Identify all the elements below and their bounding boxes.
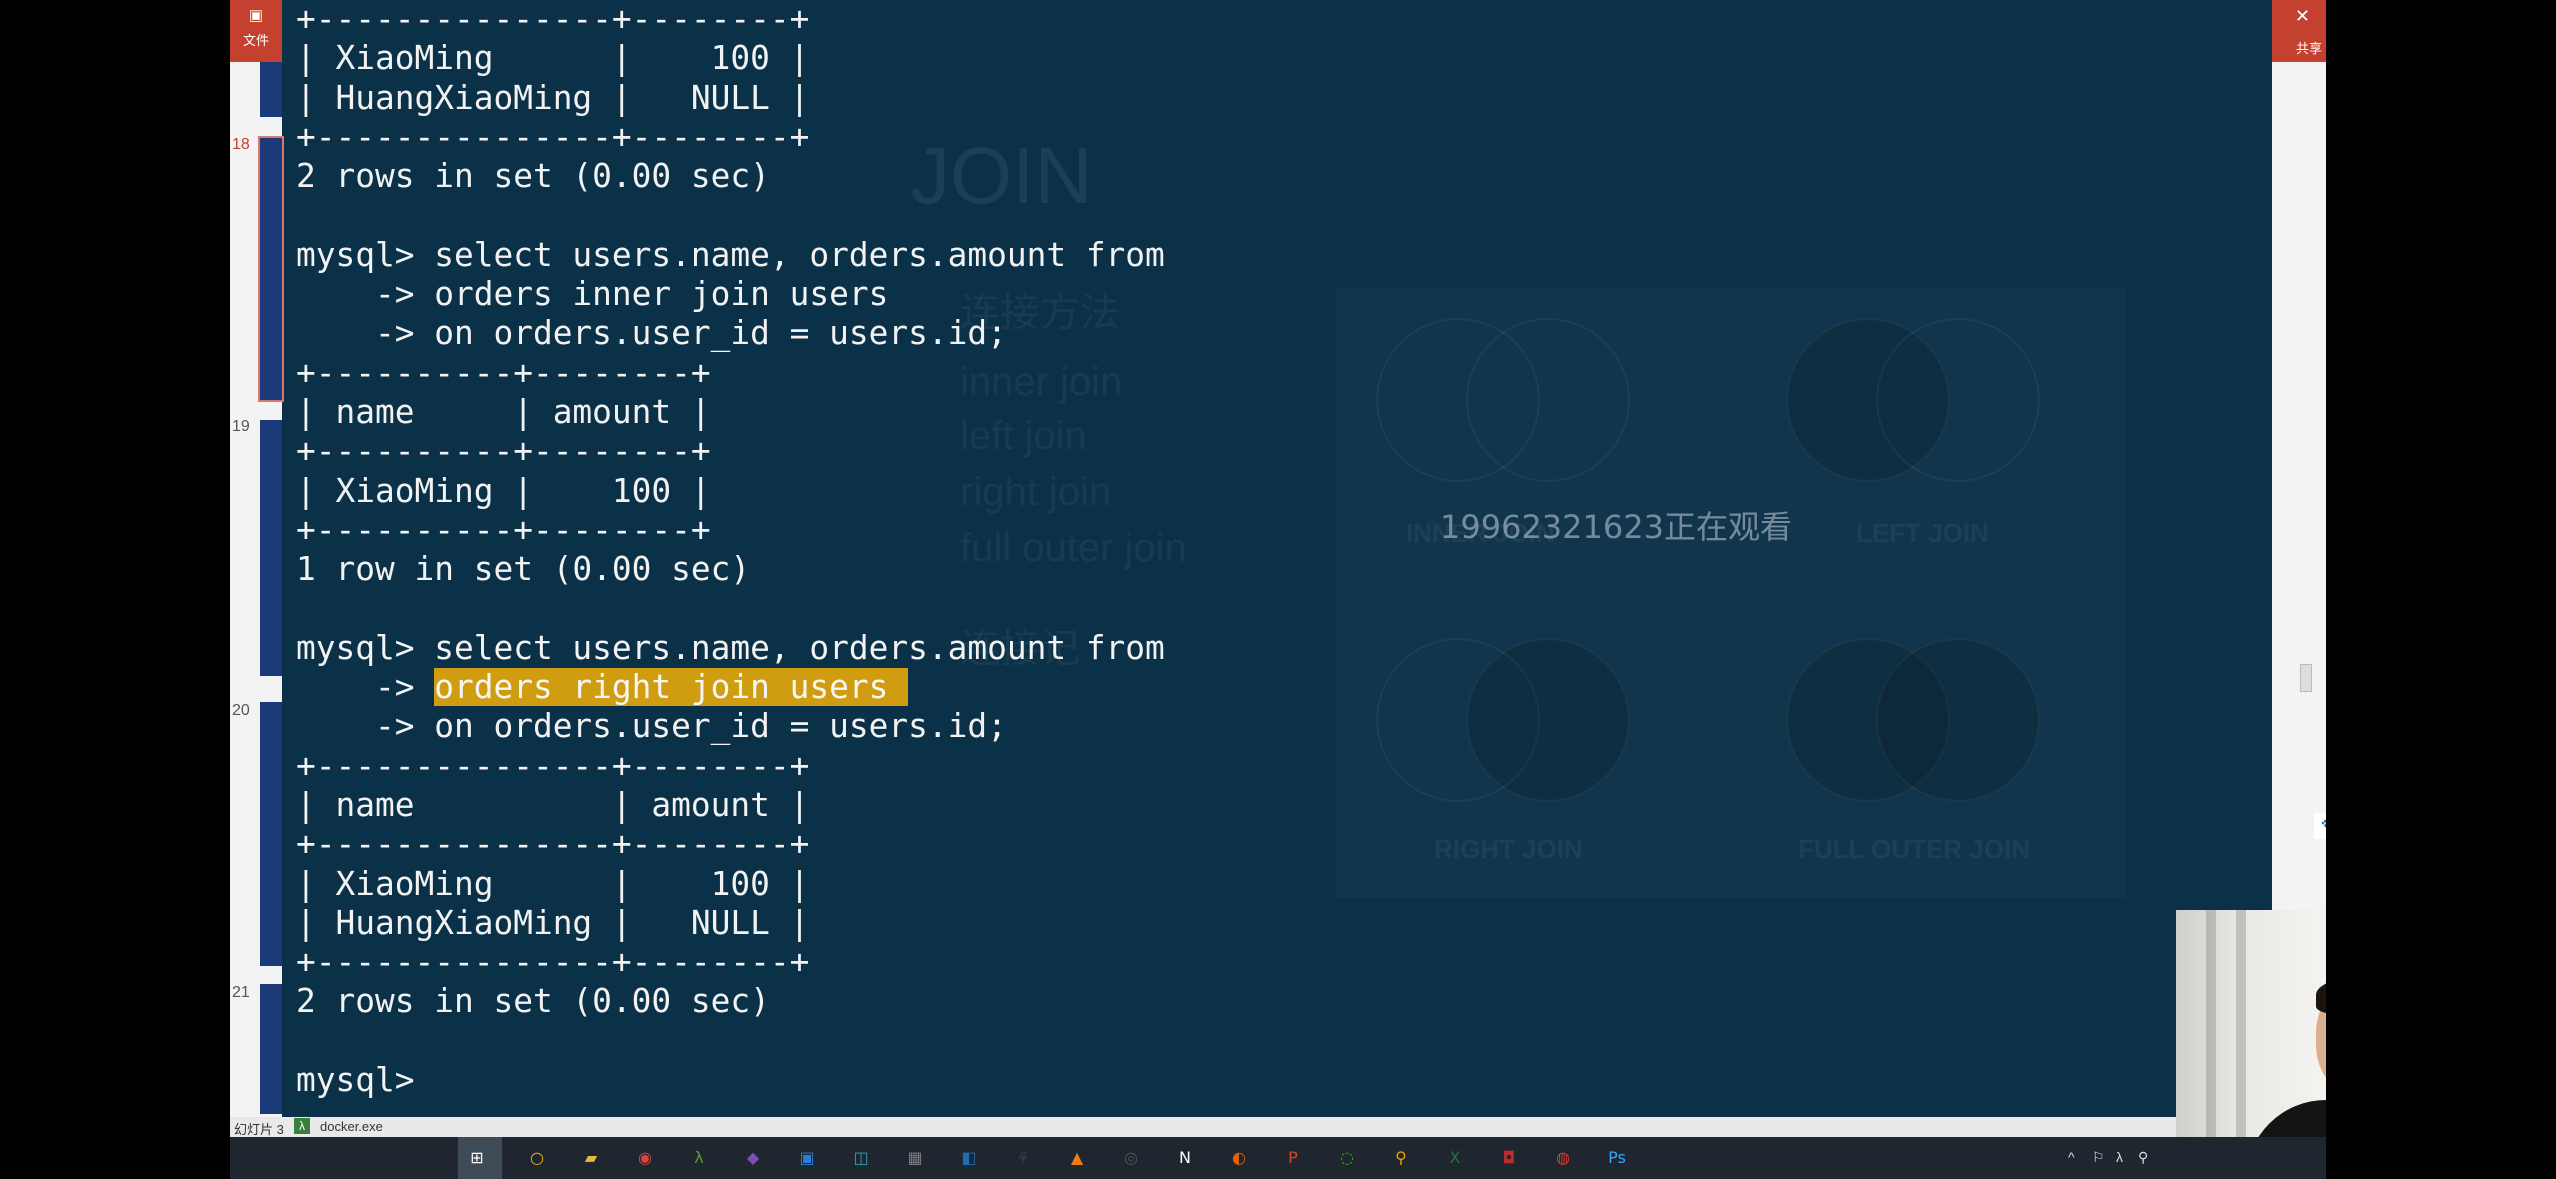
ppt-slide-thumbnails: ▣ 文件 18 19 20 21 — [230, 0, 284, 1117]
vlc-icon[interactable]: ▲ — [1064, 1145, 1090, 1171]
visual-studio-icon[interactable]: ◆ — [740, 1145, 766, 1171]
terminal-line: +---------------+--------+ — [296, 117, 810, 156]
status-bar: 幻灯片 3 λ docker.exe — [230, 1117, 2176, 1137]
firefox-icon[interactable]: ◐ — [1226, 1145, 1252, 1171]
terminal-line: +----------+--------+ — [296, 510, 711, 549]
slide-thumbnail[interactable] — [260, 420, 282, 676]
calculator-icon[interactable]: ▦ — [902, 1145, 928, 1171]
terminal-line: | XiaoMing | 100 | — [296, 864, 810, 903]
notion-icon[interactable]: N — [1172, 1145, 1198, 1171]
terminal-line: +----------+--------+ — [296, 353, 711, 392]
terminal-line: +---------------+--------+ — [296, 746, 810, 785]
terminal-line: -> on orders.user_id = users.id; — [296, 707, 1007, 746]
photoshop-icon[interactable]: Ps — [1604, 1145, 1630, 1171]
powerpoint-icon[interactable]: P — [1280, 1145, 1306, 1171]
search-icon[interactable]: ⚲ — [1388, 1145, 1414, 1171]
app-icon[interactable]: ▣ — [794, 1145, 820, 1171]
slide-thumbnail-active[interactable] — [258, 136, 284, 402]
slide-thumbnail[interactable] — [260, 702, 282, 966]
slide-thumbnail[interactable] — [260, 984, 282, 1114]
cortana-icon[interactable]: ○ — [524, 1145, 550, 1171]
terminal-output: +---------------+--------+ | XiaoMing | … — [296, 0, 1165, 1100]
sourcetree-icon[interactable]: ⚘ — [1010, 1145, 1036, 1171]
desktop-screen: ▣ 文件 18 19 20 21 ✕ 共享 JOIN 连接方法 inner jo… — [230, 0, 2326, 1179]
cmder-small-icon: λ — [294, 1118, 310, 1134]
slide-number: 21 — [232, 984, 250, 1001]
terminal-line: mysql> select users.name, orders.amount … — [296, 628, 1165, 667]
terminal-line: +----------+--------+ — [296, 432, 711, 471]
monitor-icon[interactable]: ◫ — [848, 1145, 874, 1171]
ime-paw-icon[interactable]: 🐾 — [2321, 817, 2326, 836]
terminal-line: | XiaoMing | 100 | — [296, 39, 810, 78]
terminal-line: | HuangXiaoMing | NULL | — [296, 903, 810, 942]
github-icon[interactable]: ◎ — [1118, 1145, 1144, 1171]
active-task-label: docker.exe — [320, 1119, 383, 1134]
close-icon[interactable]: ✕ — [2295, 6, 2310, 27]
terminal-line: -> orders right join users — [296, 668, 909, 707]
slide-indicator: 幻灯片 3 — [234, 1122, 284, 1137]
scrollbar-thumb[interactable] — [2300, 664, 2312, 692]
terminal-line: -> orders inner join users — [296, 275, 889, 314]
terminal-line: 2 rows in set (0.00 sec) — [296, 157, 770, 196]
ppt-quick-access[interactable]: ▣ 文件 — [230, 0, 282, 62]
selected-text-highlight[interactable]: orders right join users — [434, 668, 909, 707]
slide-number: 19 — [232, 418, 250, 435]
tray-lambda-icon[interactable]: λ — [2116, 1149, 2123, 1165]
terminal-line: +---------------+--------+ — [296, 825, 810, 864]
slide-thumbnail[interactable] — [260, 62, 282, 117]
tray-flag-icon[interactable]: ⚐ — [2092, 1149, 2105, 1166]
taskbar: ⊞ ○ ▰ ◉ λ ◆ ▣ ◫ ▦ ◧ ⚘ ▲ ◎ N ◐ P ◌ ⚲ X ◘ ◍ Ps ^ ⚐ λ ⚲ — [230, 1137, 2326, 1179]
terminal-line: 1 row in set (0.00 sec) — [296, 550, 751, 589]
viewer-watermark: 19962321623正在观看 — [1440, 508, 1792, 546]
terminal-window[interactable]: +---------------+--------+ | XiaoMing | … — [282, 0, 2020, 1117]
netease-music-icon[interactable]: ◍ — [1550, 1145, 1576, 1171]
terminal-line: | name | amount | — [296, 392, 711, 431]
terminal-line: | name | amount | — [296, 785, 810, 824]
terminal-line: +---------------+--------+ — [296, 943, 810, 982]
slide-number: 18 — [232, 136, 250, 153]
file-explorer-icon[interactable]: ▰ — [578, 1145, 604, 1171]
ime-toolbar[interactable]: 🐾 英 ▭ 🎤 双 ⊞ ☺ — [2314, 813, 2326, 839]
chrome-icon[interactable]: ◉ — [632, 1145, 658, 1171]
terminal-line: | HuangXiaoMing | NULL | — [296, 78, 810, 117]
cmder-icon[interactable]: λ — [686, 1145, 712, 1171]
excel-icon[interactable]: X — [1442, 1145, 1468, 1171]
windows-start-icon[interactable]: ⊞ — [464, 1145, 490, 1171]
terminal-line: mysql> select users.name, orders.amount … — [296, 235, 1165, 274]
terminal-line: | XiaoMing | 100 | — [296, 471, 711, 510]
terminal-line: +---------------+--------+ — [296, 0, 810, 38]
terminal-line: -> on orders.user_id = users.id; — [296, 314, 1007, 353]
terminal-line: 2 rows in set (0.00 sec) — [296, 982, 770, 1021]
app2-icon[interactable]: ◘ — [1496, 1145, 1522, 1171]
terminal-line: mysql> — [296, 1061, 435, 1100]
share-button[interactable]: 共享 — [2296, 38, 2322, 57]
tray-search-icon[interactable]: ⚲ — [2138, 1149, 2148, 1166]
wechat-icon[interactable]: ◌ — [1334, 1145, 1360, 1171]
ide-icon[interactable]: ◧ — [956, 1145, 982, 1171]
slide-number: 20 — [232, 702, 250, 719]
tray-overflow-icon[interactable]: ^ — [2068, 1149, 2075, 1165]
file-menu-label[interactable]: 文件 — [230, 30, 282, 49]
save-icon[interactable]: ▣ — [230, 6, 282, 24]
